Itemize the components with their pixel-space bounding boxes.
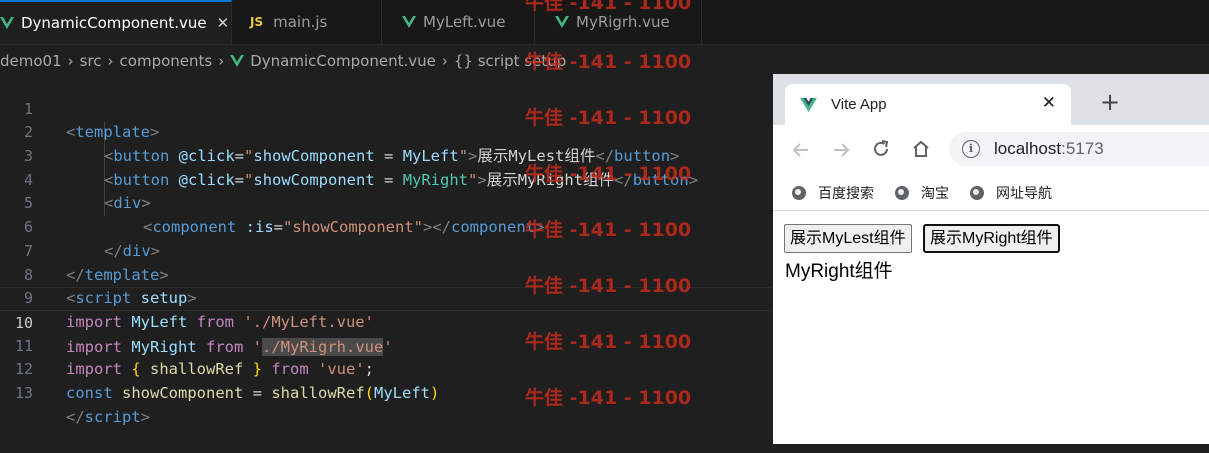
browser-toolbar: i localhost:5173	[773, 125, 1209, 175]
bookmark-label: 百度搜索	[818, 185, 874, 202]
show-myright-button[interactable]: 展示MyRight组件	[923, 224, 1060, 253]
show-myleft-button[interactable]: 展示MyLest组件	[784, 224, 912, 253]
breadcrumb-item[interactable]: demo01	[0, 52, 62, 70]
watermark: 牛佳 -141 - 1100	[525, 51, 692, 73]
globe-icon	[792, 185, 806, 200]
bookmark-label: 网址导航	[996, 185, 1052, 202]
js-icon: JS	[250, 15, 264, 29]
vue-icon	[0, 17, 14, 29]
token: </	[66, 407, 85, 426]
vue-logo-icon	[800, 97, 817, 112]
breadcrumb: demo01 › src › components › DynamicCompo…	[0, 48, 566, 74]
globe-icon	[895, 185, 909, 200]
tab-label: MyRigrh.vue	[576, 13, 670, 31]
bookmark-label: 淘宝	[921, 185, 949, 202]
token: >	[140, 407, 151, 426]
vue-icon	[402, 16, 416, 28]
watermark: 牛佳 -141 - 1100	[525, 275, 692, 297]
bookmarks-bar: 百度搜索 淘宝 网址导航	[773, 175, 1209, 211]
address-bar[interactable]: i localhost:5173	[949, 132, 1209, 166]
home-icon[interactable]	[911, 139, 931, 159]
browser-tab[interactable]: Vite App ✕	[785, 84, 1071, 125]
breadcrumb-item[interactable]: components	[120, 52, 213, 70]
forward-arrow-icon[interactable]	[831, 140, 851, 160]
bookmark-item[interactable]: 淘宝	[895, 183, 949, 203]
token: (	[364, 383, 374, 402]
watermark: 牛佳 -141 - 1100	[525, 387, 692, 409]
close-icon[interactable]: ✕	[1042, 93, 1056, 113]
tab-dynamiccomponent-vue[interactable]: DynamicComponent.vue ✕	[0, 0, 232, 44]
token: )	[430, 383, 440, 402]
token: MyLeft	[374, 383, 430, 402]
tab-label: MyLeft.vue	[423, 13, 506, 31]
vue-icon	[555, 16, 569, 28]
watermark: 牛佳 -141 - 1100	[525, 107, 692, 129]
breadcrumb-item[interactable]: src	[80, 52, 102, 70]
back-arrow-icon[interactable]	[791, 140, 811, 160]
browser-window: Vite App ✕ + i localhost:5173 百度搜索 淘宝 网址…	[773, 74, 1209, 444]
token: script	[84, 407, 141, 426]
page-content: 展示MyLest组件 展示MyRight组件 MyRight组件	[773, 211, 1209, 444]
chevron-right-icon: ›	[67, 52, 74, 70]
vue-icon	[230, 55, 245, 67]
browser-tab-title: Vite App	[831, 96, 887, 113]
watermark: 牛佳 -141 - 1100	[525, 163, 692, 185]
close-icon[interactable]: ✕	[217, 14, 230, 32]
info-icon[interactable]: i	[962, 140, 980, 158]
url-host: localhost	[994, 139, 1062, 158]
line-number: 13	[14, 383, 33, 402]
watermark: 牛佳 -141 - 1100	[525, 0, 692, 14]
chevron-right-icon: ›	[218, 52, 225, 70]
reload-icon[interactable]	[871, 139, 891, 159]
browser-tab-bar: Vite App ✕ +	[773, 74, 1209, 125]
new-tab-icon[interactable]: +	[1100, 90, 1120, 114]
tab-main-js[interactable]: JS main.js	[232, 0, 382, 44]
breadcrumb-item[interactable]: DynamicComponent.vue	[250, 52, 436, 70]
chevron-right-icon: ›	[107, 52, 114, 70]
globe-icon	[970, 185, 984, 200]
tab-label: DynamicComponent.vue	[21, 14, 207, 32]
token: showComponent	[112, 383, 244, 402]
watermark: 牛佳 -141 - 1100	[525, 219, 692, 241]
tab-myleft-vue[interactable]: MyLeft.vue	[382, 0, 535, 44]
bookmark-item[interactable]: 网址导航	[970, 183, 1052, 203]
watermark: 牛佳 -141 - 1100	[525, 331, 692, 353]
token: const	[66, 383, 113, 402]
token: =	[243, 383, 272, 402]
chevron-right-icon: ›	[441, 52, 448, 70]
tab-label: main.js	[273, 13, 328, 31]
url-port: :5173	[1061, 139, 1104, 158]
bookmark-item[interactable]: 百度搜索	[792, 183, 874, 203]
component-output-text: MyRight组件	[785, 261, 893, 282]
token: shallowRef	[271, 383, 365, 402]
